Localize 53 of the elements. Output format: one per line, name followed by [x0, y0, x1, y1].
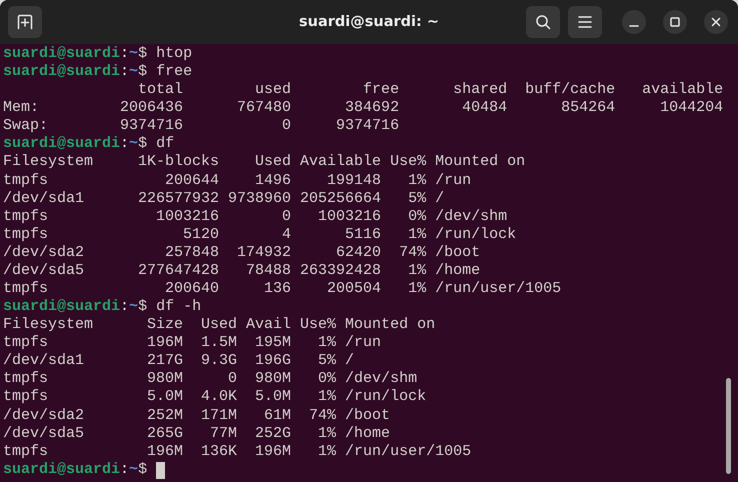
output-line: Mem: 2006436 767480 384692 40484 854264 1044204	[3, 99, 724, 118]
prompt-separator: :	[120, 460, 130, 479]
command-text: $	[138, 460, 148, 479]
prompt-user: suardi@suardi	[3, 460, 120, 479]
output-line: tmpfs 200640 136 200504 1% /run/user/1005	[3, 280, 562, 298]
output-line: total used free shared buff/cache available	[137, 81, 724, 100]
output-line: /dev/sda1 226577932 9738960 205256664 5% /	[3, 190, 444, 208]
minimize-icon	[629, 25, 639, 27]
new-tab-button[interactable]	[8, 6, 42, 38]
prompt-path: ~	[129, 135, 138, 154]
output-line: tmpfs 200644 1496 199148 1% /run	[3, 172, 472, 190]
close-button[interactable]	[704, 10, 728, 34]
maximize-icon	[670, 17, 680, 27]
new-tab-icon	[17, 14, 33, 30]
close-icon	[711, 17, 721, 27]
prompt-path: ~	[129, 460, 138, 479]
window-title: suardi@suardi: ~	[299, 14, 439, 30]
minimize-button[interactable]	[622, 10, 646, 34]
output-line: tmpfs 5120 4 5116 1% /run/lock	[3, 226, 516, 244]
output-line: tmpfs 5.0M 4.0K 5.0M 1% /run/lock	[3, 388, 426, 407]
output-line: tmpfs 1003216 0 1003216 0% /dev/shm	[3, 208, 508, 226]
search-button[interactable]	[526, 6, 560, 38]
output-line: /dev/sda2 252M 171M 61M 74% /boot	[3, 406, 390, 425]
output-line: Filesystem Size Used Avail Use% Mounted on	[3, 316, 436, 334]
prompt-user: suardi@suardi	[3, 298, 120, 316]
output-line: /dev/sda5 277647428 78488 263392428 1% /home	[3, 262, 480, 280]
prompt-user: suardi@suardi	[3, 45, 120, 64]
prompt-path: ~	[129, 45, 138, 64]
prompt-separator: :	[120, 298, 130, 316]
prompt-separator: :	[120, 45, 130, 64]
output-line: Filesystem 1K-blocks Used Available Use% Mounted on	[3, 153, 526, 172]
command-text: $ htop	[138, 45, 192, 64]
output-line: /dev/sda2 257848 174932 62420 74% /boot	[3, 244, 480, 262]
prompt-separator: :	[120, 63, 130, 82]
prompt-path: ~	[129, 298, 138, 316]
command-text: $ df -h	[138, 298, 202, 316]
command-text: $ free	[138, 63, 192, 82]
prompt-separator: :	[120, 135, 130, 154]
prompt-user: suardi@suardi	[3, 63, 120, 82]
output-line: tmpfs 196M 136K 196M 1% /run/user/1005	[3, 442, 472, 461]
menu-button[interactable]	[568, 6, 602, 38]
command-text: $ df	[138, 135, 174, 154]
output-line: /dev/sda1 217G 9.3G 196G 5% /	[3, 352, 354, 370]
search-icon	[535, 14, 551, 30]
maximize-button[interactable]	[663, 10, 687, 34]
output-line: /dev/sda5 265G 77M 252G 1% /home	[3, 424, 390, 443]
menu-icon	[578, 16, 592, 28]
prompt-path: ~	[129, 63, 138, 82]
output-line: tmpfs 980M 0 980M 0% /dev/shm	[3, 370, 418, 388]
prompt-user: suardi@suardi	[3, 135, 120, 154]
output-line: tmpfs 196M 1.5M 195M 1% /run	[3, 334, 382, 352]
output-line: Swap: 9374716 0 9374716	[3, 117, 400, 136]
scrollbar-thumb[interactable]	[726, 378, 731, 474]
